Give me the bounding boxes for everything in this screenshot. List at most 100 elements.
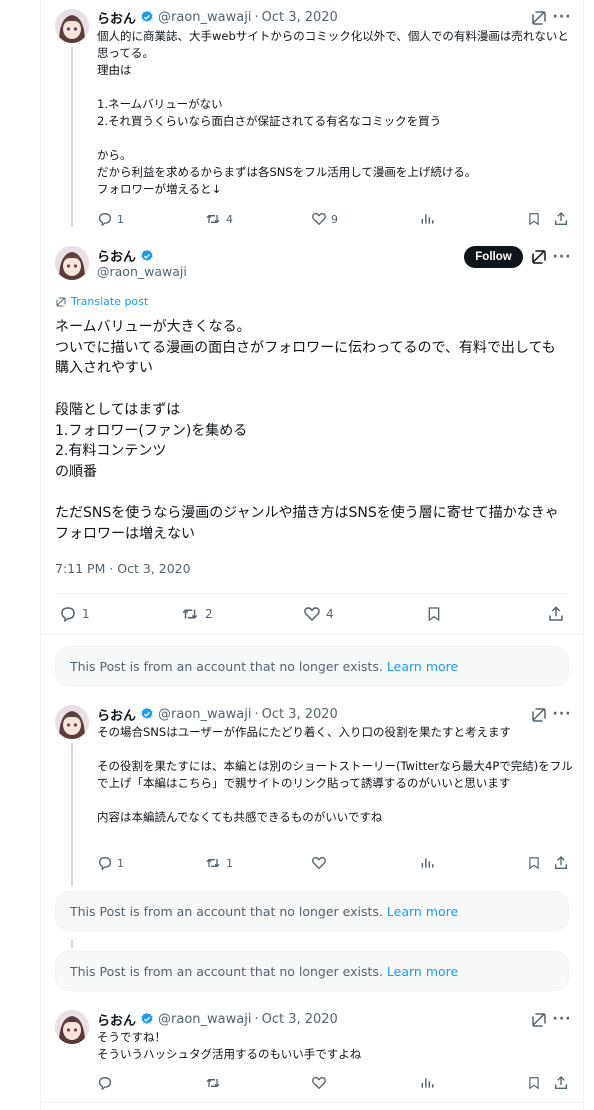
views-button[interactable]: [420, 210, 434, 228]
bookmark-button[interactable]: [527, 210, 541, 228]
follow-button[interactable]: Follow: [464, 246, 523, 268]
bookmark-button[interactable]: [527, 854, 541, 872]
avatar[interactable]: [55, 9, 89, 43]
post-text: そうですね！ そういうハッシュタグ活用するのもいい手ですよね: [97, 1030, 362, 1061]
reply-button[interactable]: [97, 1074, 113, 1092]
views-button[interactable]: [420, 854, 434, 872]
deleted-post-notice: This Post is from an account that no lon…: [55, 646, 569, 686]
learn-more-link[interactable]: Learn more: [387, 964, 458, 979]
timeline-right-border: [583, 0, 584, 1110]
share-button[interactable]: [553, 1074, 569, 1092]
avatar[interactable]: [55, 246, 89, 280]
repost-icon: [206, 858, 220, 868]
reply-button[interactable]: 1: [59, 603, 90, 625]
grok-icon[interactable]: [530, 706, 548, 724]
post-date[interactable]: Oct 3, 2020: [262, 10, 338, 25]
learn-more-link[interactable]: Learn more: [387, 659, 458, 674]
reply-count: 1: [117, 212, 124, 226]
display-name[interactable]: らおん: [97, 705, 136, 724]
more-icon[interactable]: ···: [552, 1010, 572, 1028]
repost-icon: [206, 214, 220, 224]
separator-dot: ·: [254, 706, 259, 722]
like-count: 4: [326, 607, 334, 621]
post-actions: 1 1: [97, 854, 573, 872]
repost-button[interactable]: 1: [204, 854, 233, 872]
avatar[interactable]: [55, 705, 89, 739]
more-icon[interactable]: ···: [552, 248, 572, 266]
like-button[interactable]: [311, 854, 327, 872]
more-icon[interactable]: ···: [552, 705, 572, 723]
divider: [55, 593, 569, 594]
post-text: その場合SNSはユーザーが作品にたどり着く、入り口の役割を果たすと考えます その…: [97, 725, 573, 824]
avatar[interactable]: [55, 1010, 89, 1044]
views-icon: [421, 858, 434, 868]
deleted-post-notice: This Post is from an account that no lon…: [55, 951, 569, 991]
main-post-author: らおん: [97, 246, 158, 265]
notice-text: This Post is from an account that no lon…: [70, 658, 383, 674]
reply-button[interactable]: 1: [97, 210, 124, 228]
bookmark-icon: [428, 607, 440, 622]
divider: [40, 634, 584, 635]
bookmark-button[interactable]: [426, 603, 442, 625]
like-button[interactable]: 4: [303, 603, 334, 625]
grok-icon[interactable]: [530, 248, 548, 266]
like-button[interactable]: [311, 1074, 327, 1092]
bookmark-button[interactable]: [527, 1074, 541, 1092]
post-timestamp[interactable]: 7:11 PM · Oct 3, 2020: [55, 561, 191, 576]
share-icon: [555, 212, 567, 225]
repost-icon: [182, 609, 198, 619]
display-name[interactable]: らおん: [97, 1010, 136, 1029]
divider: [40, 1102, 584, 1103]
post-actions: [97, 1074, 573, 1092]
bookmark-icon: [529, 1077, 539, 1090]
reply-button[interactable]: 1: [97, 854, 124, 872]
like-icon: [312, 1076, 326, 1090]
bookmark-icon: [529, 857, 539, 870]
share-icon: [555, 1076, 567, 1089]
bookmark-icon: [529, 213, 539, 226]
post-header: らおん @raon_wawaji · Oct 3, 2020: [97, 705, 338, 724]
post-text: 個人的に商業誌、大手webサイトからのコミック化以外で、個人での有料漫画は売れな…: [97, 29, 569, 196]
share-icon: [555, 856, 567, 869]
grok-icon[interactable]: [530, 9, 548, 27]
repost-button[interactable]: [204, 1074, 222, 1092]
repost-button[interactable]: 4: [204, 210, 233, 228]
more-icon[interactable]: ···: [552, 8, 572, 26]
share-icon: [549, 606, 563, 621]
repost-button[interactable]: 2: [180, 603, 213, 625]
verified-badge-icon: [141, 10, 153, 22]
separator-dot: ·: [254, 9, 259, 25]
reply-count: 1: [82, 607, 90, 621]
post-actions: 1 4 9: [97, 210, 573, 228]
views-button[interactable]: [420, 1074, 434, 1092]
post-date[interactable]: Oct 3, 2020: [262, 707, 338, 722]
like-icon: [312, 856, 326, 870]
like-button[interactable]: 9: [311, 210, 338, 228]
thread-connector: [71, 47, 73, 227]
translate-post-link[interactable]: Translate post: [55, 295, 148, 308]
handle[interactable]: @raon_wawaji: [158, 1012, 251, 1027]
verified-badge-icon: [141, 707, 153, 719]
repost-icon: [206, 1078, 220, 1088]
learn-more-link[interactable]: Learn more: [387, 904, 458, 919]
share-button[interactable]: [547, 603, 565, 625]
handle[interactable]: @raon_wawaji: [158, 10, 251, 25]
verified-badge-icon: [141, 249, 153, 261]
thread-connector: [71, 940, 73, 948]
share-button[interactable]: [553, 854, 569, 872]
reply-icon: [98, 212, 112, 227]
grok-icon[interactable]: [530, 1011, 548, 1029]
display-name[interactable]: らおん: [97, 8, 136, 27]
share-button[interactable]: [553, 210, 569, 228]
translate-label: Translate post: [71, 295, 149, 308]
handle[interactable]: @raon_wawaji: [158, 707, 251, 722]
repost-count: 1: [226, 856, 233, 870]
like-icon: [312, 212, 326, 226]
separator-dot: ·: [254, 1011, 259, 1027]
main-post-text: ネームバリューが大きくなる。 ついでに描いてる漫画の面白さがフォロワーに伝わって…: [55, 319, 559, 543]
display-name[interactable]: らおん: [97, 246, 136, 265]
post-date[interactable]: Oct 3, 2020: [262, 1012, 338, 1027]
handle[interactable]: @raon_wawaji: [97, 264, 187, 279]
post-header: らおん @raon_wawaji · Oct 3, 2020: [97, 1010, 338, 1029]
reply-icon: [98, 1076, 112, 1091]
